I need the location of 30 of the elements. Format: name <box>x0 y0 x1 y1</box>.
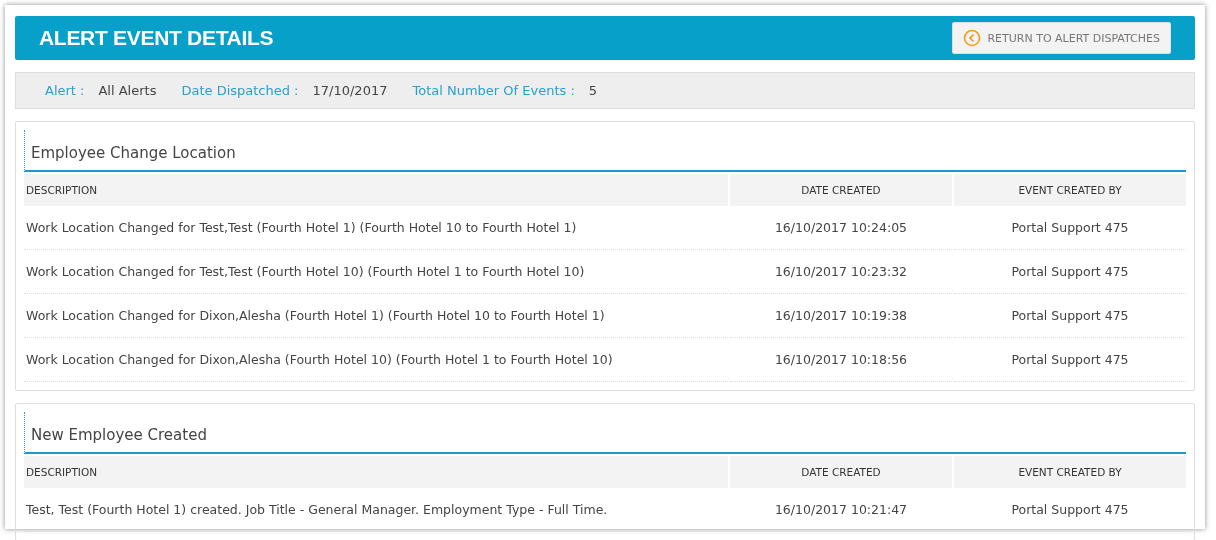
table-cell: 16/10/2017 10:24:05 <box>730 206 952 250</box>
table-cell: Test, Test (Fourth Hotel 1) created. Job Title - General Manager. Employment Type - Full Time. <box>24 488 728 532</box>
table-cell: 16/10/2017 10:21:47 <box>730 488 952 532</box>
table-cell: 16/10/2017 10:23:32 <box>730 250 952 294</box>
table-cell: 16/10/2017 10:19:38 <box>730 294 952 338</box>
column-header: DESCRIPTION <box>24 454 728 488</box>
column-header: EVENT CREATED BY <box>954 172 1186 206</box>
table-cell: Portal Support 475 <box>954 294 1186 338</box>
table-cell: Portal Support 475 <box>954 338 1186 382</box>
column-header: DATE CREATED <box>730 172 952 206</box>
summary-value: 5 <box>588 83 598 98</box>
table-cell: Portal Support 475 <box>954 206 1186 250</box>
column-header: DATE CREATED <box>730 454 952 488</box>
column-header: DESCRIPTION <box>24 172 728 206</box>
summary-label: Total Number Of Events : <box>412 83 575 98</box>
summary-label: Alert : <box>45 83 85 98</box>
summary-value: All Alerts <box>98 83 157 98</box>
page-title: ALERT EVENT DETAILS <box>39 26 274 50</box>
summary-label: Date Dispatched : <box>181 83 299 98</box>
return-button[interactable]: RETURN TO ALERT DISPATCHES <box>952 22 1171 54</box>
column-header: EVENT CREATED BY <box>954 454 1186 488</box>
table-cell: Portal Support 475 <box>954 250 1186 294</box>
table-cell: Work Location Changed for Dixon,Alesha (Fourth Hotel 1) (Fourth Hotel 10 to Fourth Hotel 1) <box>24 294 728 338</box>
table-cell: 16/10/2017 10:18:56 <box>730 338 952 382</box>
table-cell: Work Location Changed for Test,Test (Fourth Hotel 1) (Fourth Hotel 10 to Fourth Hotel 1) <box>24 206 728 250</box>
summary-value: 17/10/2017 <box>312 83 388 98</box>
back-icon <box>963 29 982 47</box>
table-cell: Work Location Changed for Dixon,Alesha (Fourth Hotel 10) (Fourth Hotel 1 to Fourth Hotel 10) <box>24 338 728 382</box>
table-cell: Portal Support 475 <box>954 488 1186 532</box>
table-cell: Work Location Changed for Test,Test (Fourth Hotel 10) (Fourth Hotel 1 to Fourth Hotel 10) <box>24 250 728 294</box>
